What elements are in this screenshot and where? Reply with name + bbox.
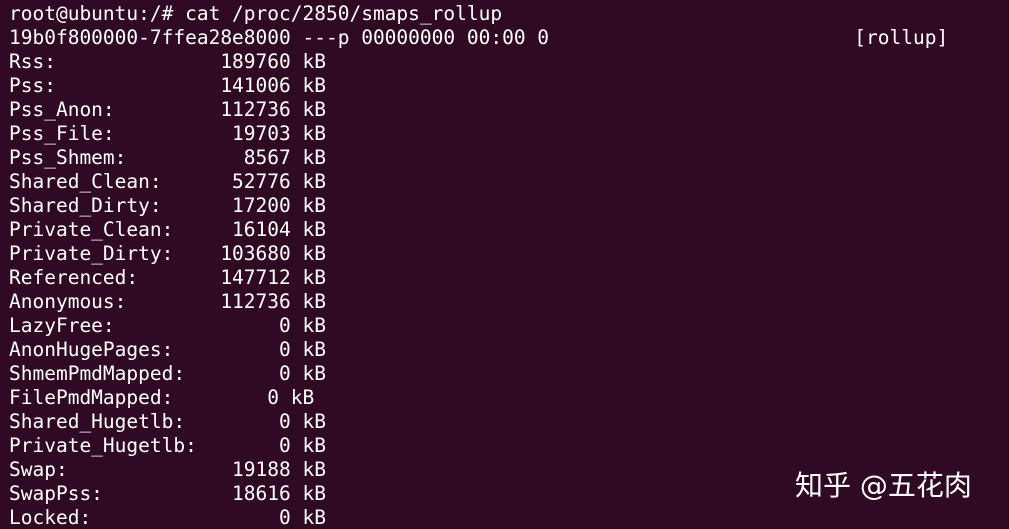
output-line-filepmdmapped: FilePmdMapped: 0 kB — [9, 386, 315, 409]
output-line-shared-dirty: Shared_Dirty: 17200 kB — [9, 194, 326, 217]
terminal-output: root@ubuntu:/# cat /proc/2850/smaps_roll… — [9, 2, 1009, 529]
output-line-anonymous: Anonymous: 112736 kB — [9, 290, 326, 313]
output-line-pss: Pss: 141006 kB — [9, 74, 326, 97]
output-line-lazyfree: LazyFree: 0 kB — [9, 314, 326, 337]
output-line-private-hugetlb: Private_Hugetlb: 0 kB — [9, 434, 326, 457]
output-line-rss: Rss: 189760 kB — [9, 50, 326, 73]
output-line-private-dirty: Private_Dirty: 103680 kB — [9, 242, 326, 265]
output-line-pss-anon: Pss_Anon: 112736 kB — [9, 98, 326, 121]
output-line-shared-clean: Shared_Clean: 52776 kB — [9, 170, 326, 193]
output-line-locked: Locked: 0 kB — [9, 506, 326, 529]
watermark: 知乎 @五花肉 — [795, 469, 972, 502]
output-line-referenced: Referenced: 147712 kB — [9, 266, 326, 289]
output-line-shmempmdmapped: ShmemPmdMapped: 0 kB — [9, 362, 326, 385]
terminal-window[interactable]: root@ubuntu:/# cat /proc/2850/smaps_roll… — [0, 0, 1009, 529]
output-line-anonhugepages: AnonHugePages: 0 kB — [9, 338, 326, 361]
output-line-pss-file: Pss_File: 19703 kB — [9, 122, 326, 145]
output-line-shared-hugetlb: Shared_Hugetlb: 0 kB — [9, 410, 326, 433]
output-line-private-clean: Private_Clean: 16104 kB — [9, 218, 326, 241]
shell-prompt-command: root@ubuntu:/# cat /proc/2850/smaps_roll… — [9, 2, 503, 25]
output-line-pss-shmem: Pss_Shmem: 8567 kB — [9, 146, 326, 169]
rollup-address-range: 19b0f800000-7ffea28e8000 ---p 00000000 0… — [9, 26, 949, 49]
